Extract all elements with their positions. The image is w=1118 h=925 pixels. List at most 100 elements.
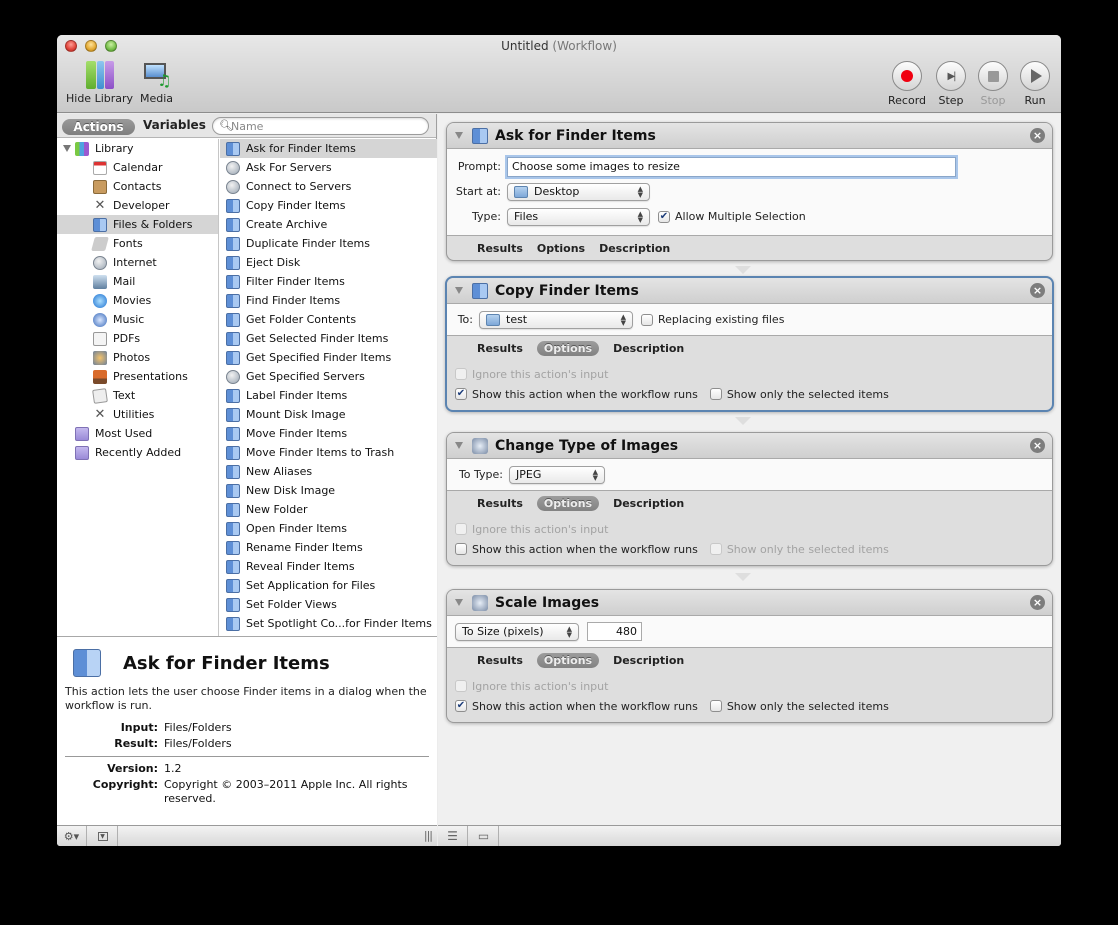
collapse-triangle-icon[interactable] xyxy=(455,599,463,606)
show-only-selected-checkbox[interactable] xyxy=(709,388,722,400)
library-category-item[interactable]: Mail xyxy=(57,272,218,291)
action-list-item[interactable]: Get Specified Servers xyxy=(220,367,437,386)
library-category-item[interactable]: Movies xyxy=(57,291,218,310)
library-category-item[interactable]: Calendar xyxy=(57,158,218,177)
library-root[interactable]: Library xyxy=(57,139,218,158)
smart-group-item[interactable]: Most Used xyxy=(57,424,218,443)
results-tab[interactable]: Results xyxy=(477,497,523,510)
results-tab[interactable]: Results xyxy=(477,654,523,667)
action-list-item[interactable]: Rename Finder Items xyxy=(220,538,437,557)
search-field[interactable]: 🔍︎ xyxy=(212,117,429,135)
library-category-item[interactable]: ✕ Utilities xyxy=(57,405,218,424)
record-button[interactable]: Record xyxy=(888,61,926,107)
action-gear-button[interactable]: ⚙▾ xyxy=(57,826,87,846)
action-list-item[interactable]: Duplicate Finder Items xyxy=(220,234,437,253)
action-list-item[interactable]: Ask for Finder Items xyxy=(220,139,437,158)
start-at-popup[interactable]: Desktop ▲ ▼ xyxy=(507,182,650,201)
action-card-copy-finder-items[interactable]: Copy Finder Items × To: test ▲ ▼ Replacin… xyxy=(445,276,1054,412)
action-list-item[interactable]: Connect to Servers xyxy=(220,177,437,196)
type-popup[interactable]: Files ▲ ▼ xyxy=(507,207,650,226)
library-category-item[interactable]: Files & Folders xyxy=(57,215,218,234)
remove-action-icon[interactable]: × xyxy=(1030,438,1045,453)
action-list-item[interactable]: Set Application for Files xyxy=(220,576,437,595)
ignore-input-checkbox[interactable] xyxy=(455,680,467,692)
toggle-description-button[interactable]: ▼ xyxy=(88,826,118,846)
show-when-runs-checkbox[interactable]: ✔ xyxy=(455,700,467,712)
action-list-item[interactable]: Ask For Servers xyxy=(220,158,437,177)
action-list-item[interactable]: Label Finder Items xyxy=(220,386,437,405)
step-button[interactable]: ▶| Step xyxy=(935,61,967,107)
options-tab[interactable]: Options xyxy=(536,340,600,356)
description-tab[interactable]: Description xyxy=(599,242,670,255)
action-list-item[interactable]: Find Finder Items xyxy=(220,291,437,310)
show-only-selected-checkbox[interactable] xyxy=(709,543,722,555)
variables-tab[interactable]: Variables xyxy=(143,118,206,132)
search-input[interactable] xyxy=(231,119,421,133)
scale-mode-popup[interactable]: To Size (pixels) ▲ ▼ xyxy=(455,622,579,641)
action-list-item[interactable]: New Disk Image xyxy=(220,481,437,500)
collapse-triangle-icon[interactable] xyxy=(455,287,463,294)
action-list-item[interactable]: Move Finder Items to Trash xyxy=(220,443,437,462)
show-when-runs-checkbox[interactable]: ✔ xyxy=(455,388,467,400)
remove-action-icon[interactable]: × xyxy=(1030,128,1045,143)
collapsed-view-button[interactable]: ▭ xyxy=(469,826,499,846)
action-list-item[interactable]: Eject Disk xyxy=(220,253,437,272)
library-category-item[interactable]: Text xyxy=(57,386,218,405)
ignore-input-checkbox[interactable] xyxy=(455,523,467,535)
replacing-checkbox[interactable] xyxy=(641,313,653,326)
to-type-popup[interactable]: JPEG ▲ ▼ xyxy=(509,465,605,484)
options-tab[interactable]: Options xyxy=(536,652,600,668)
library-category-item[interactable]: Contacts xyxy=(57,177,218,196)
action-list-item[interactable]: Get Folder Contents xyxy=(220,310,437,329)
media-button[interactable]: ♫ Media xyxy=(140,61,173,105)
description-tab[interactable]: Description xyxy=(613,497,684,510)
options-tab[interactable]: Options xyxy=(536,495,600,511)
action-list-item[interactable]: Filter Finder Items xyxy=(220,272,437,291)
action-card-change-type-of-images[interactable]: Change Type of Images × To Type: JPEG ▲ ▼… xyxy=(446,432,1053,566)
library-category-item[interactable]: PDFs xyxy=(57,329,218,348)
smart-group-item[interactable]: Recently Added xyxy=(57,443,218,462)
stop-button[interactable]: Stop xyxy=(977,61,1009,107)
action-list-item[interactable]: Get Selected Finder Items xyxy=(220,329,437,348)
hide-library-button[interactable]: Hide Library xyxy=(66,61,133,105)
action-list-item[interactable]: Set Spotlight Co...for Finder Items xyxy=(220,614,437,633)
collapse-triangle-icon[interactable] xyxy=(455,442,463,449)
library-category-item[interactable]: ✕ Developer xyxy=(57,196,218,215)
action-list-item[interactable]: Create Archive xyxy=(220,215,437,234)
prompt-input[interactable]: Choose some images to resize xyxy=(507,156,956,177)
actions-tab[interactable]: Actions xyxy=(62,119,135,135)
show-when-runs-checkbox[interactable] xyxy=(455,543,467,555)
destination-popup[interactable]: test ▲ ▼ xyxy=(479,310,633,329)
allow-multiple-checkbox[interactable]: ✔ xyxy=(658,210,670,223)
library-category-item[interactable]: Photos xyxy=(57,348,218,367)
options-tab[interactable]: Options xyxy=(537,242,585,255)
action-list-item[interactable]: Get Specified Finder Items xyxy=(220,348,437,367)
action-list-item[interactable]: Open Finder Items xyxy=(220,519,437,538)
library-category-item[interactable]: Presentations xyxy=(57,367,218,386)
action-list-item[interactable]: Copy Finder Items xyxy=(220,196,437,215)
action-list-item[interactable]: Move Finder Items xyxy=(220,424,437,443)
action-list-item[interactable]: Mount Disk Image xyxy=(220,405,437,424)
size-input[interactable]: 480 xyxy=(587,622,642,641)
library-category-item[interactable]: Music xyxy=(57,310,218,329)
action-list-item[interactable]: New Aliases xyxy=(220,462,437,481)
run-button[interactable]: Run xyxy=(1019,61,1051,107)
action-card-ask-for-finder-items[interactable]: Ask for Finder Items × Prompt: Choose so… xyxy=(446,122,1053,261)
action-list-item[interactable]: Reveal Finder Items xyxy=(220,557,437,576)
remove-action-icon[interactable]: × xyxy=(1030,283,1045,298)
library-category-item[interactable]: Fonts xyxy=(57,234,218,253)
show-only-selected-checkbox[interactable] xyxy=(709,700,722,712)
library-category-item[interactable]: Internet xyxy=(57,253,218,272)
description-tab[interactable]: Description xyxy=(613,654,684,667)
action-card-scale-images[interactable]: Scale Images × To Size (pixels) ▲ ▼ 480 R… xyxy=(446,589,1053,723)
results-tab[interactable]: Results xyxy=(477,242,523,255)
action-list-item[interactable]: Set Folder Views xyxy=(220,595,437,614)
action-list-item[interactable]: New Folder xyxy=(220,500,437,519)
split-resize-handle[interactable]: ||| xyxy=(424,829,433,842)
description-tab[interactable]: Description xyxy=(613,342,684,355)
remove-action-icon[interactable]: × xyxy=(1030,595,1045,610)
results-tab[interactable]: Results xyxy=(477,342,523,355)
list-view-button[interactable]: ☰ xyxy=(438,826,468,846)
collapse-triangle-icon[interactable] xyxy=(455,132,463,139)
ignore-input-checkbox[interactable] xyxy=(455,368,467,380)
